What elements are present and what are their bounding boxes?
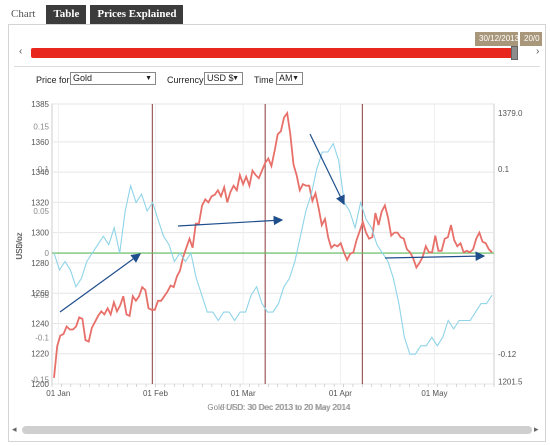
page: Chart Table Prices Explained 30/12/2013 … xyxy=(0,0,550,446)
left-tick-label: 1360 xyxy=(31,138,49,147)
scroll-right-icon[interactable]: ▸ xyxy=(534,424,539,435)
range-right-arrow-icon[interactable]: › xyxy=(536,46,539,57)
left-tick-label-overlay: 0 xyxy=(45,249,50,258)
x-tick-label: 01 Feb xyxy=(143,389,168,398)
tab-table[interactable]: Table xyxy=(46,5,87,24)
right-tick-label: 1379.0 xyxy=(498,109,523,118)
y-axis-title-overlay: US$/oz xyxy=(15,233,24,259)
right-tick-label: 1201.5 xyxy=(498,378,523,387)
chart-svg: 1385136013401320130012801260124012201200… xyxy=(15,100,523,412)
left-tick-label: 1280 xyxy=(31,259,49,268)
left-tick-label-overlay: 0.1 xyxy=(38,165,50,174)
x-tick-label: 01 May xyxy=(421,389,447,398)
left-tick-label: 1240 xyxy=(31,319,49,328)
right-tick-label: -0.12 xyxy=(498,350,517,359)
scroll-left-icon[interactable]: ◂ xyxy=(12,424,17,435)
x-tick-label: 01 Jan xyxy=(46,389,70,398)
left-tick-label: 1385 xyxy=(31,100,49,109)
time-value: AM xyxy=(279,73,293,83)
chevron-down-icon: ▼ xyxy=(232,75,239,82)
chevron-down-icon: ▼ xyxy=(145,75,152,82)
left-tick-label-overlay: -0.05 xyxy=(31,291,50,300)
time-select[interactable]: AM ▼ xyxy=(276,72,303,85)
range-end-label: 20/0 xyxy=(520,32,542,46)
chart-title-overlay: FOFO: 30 Dec 2013 to 20 May 2014 xyxy=(220,403,350,412)
left-tick-label-overlay: 0.05 xyxy=(33,207,49,216)
range-left-arrow-icon[interactable]: ‹ xyxy=(19,46,22,57)
x-tick-label: 01 Mar xyxy=(231,389,256,398)
left-tick-label-overlay: -0.15 xyxy=(31,375,50,384)
price-chart: 1385 1360 1340 1320 1300 1280 1260 1240 1220 1200… xyxy=(8,96,546,424)
left-tick-label: 1220 xyxy=(31,350,49,359)
price-for-label: Price for xyxy=(36,75,70,85)
chevron-down-icon: ▼ xyxy=(292,75,299,82)
scrollbar-thumb[interactable] xyxy=(22,426,532,434)
price-for-select[interactable]: Gold ▼ xyxy=(70,72,156,85)
tab-bar: Chart Table Prices Explained xyxy=(4,5,184,25)
tab-prices-explained[interactable]: Prices Explained xyxy=(90,5,184,24)
tab-chart[interactable]: Chart xyxy=(4,5,42,24)
chart-grid xyxy=(51,103,495,385)
range-start-label: 30/12/2013 xyxy=(475,32,519,46)
plot-area xyxy=(51,103,495,385)
left-tick-label: 1300 xyxy=(31,229,49,238)
price-for-value: Gold xyxy=(73,73,93,83)
currency-value: USD $ xyxy=(207,73,234,83)
x-tick-label: 01 Apr xyxy=(329,389,352,398)
currency-label: Currency xyxy=(167,75,204,85)
currency-select[interactable]: USD $ ▼ xyxy=(204,72,243,85)
left-tick-label-overlay: 0.15 xyxy=(33,123,49,132)
range-slider-track[interactable] xyxy=(31,48,518,58)
right-tick-label: 0.1 xyxy=(498,165,510,174)
divider xyxy=(14,66,540,67)
range-slider-handle[interactable] xyxy=(511,46,518,60)
left-tick-label-overlay: -0.1 xyxy=(35,333,49,342)
time-label: Time xyxy=(254,75,274,85)
horizontal-scrollbar[interactable]: ◂ ▸ xyxy=(12,424,542,435)
